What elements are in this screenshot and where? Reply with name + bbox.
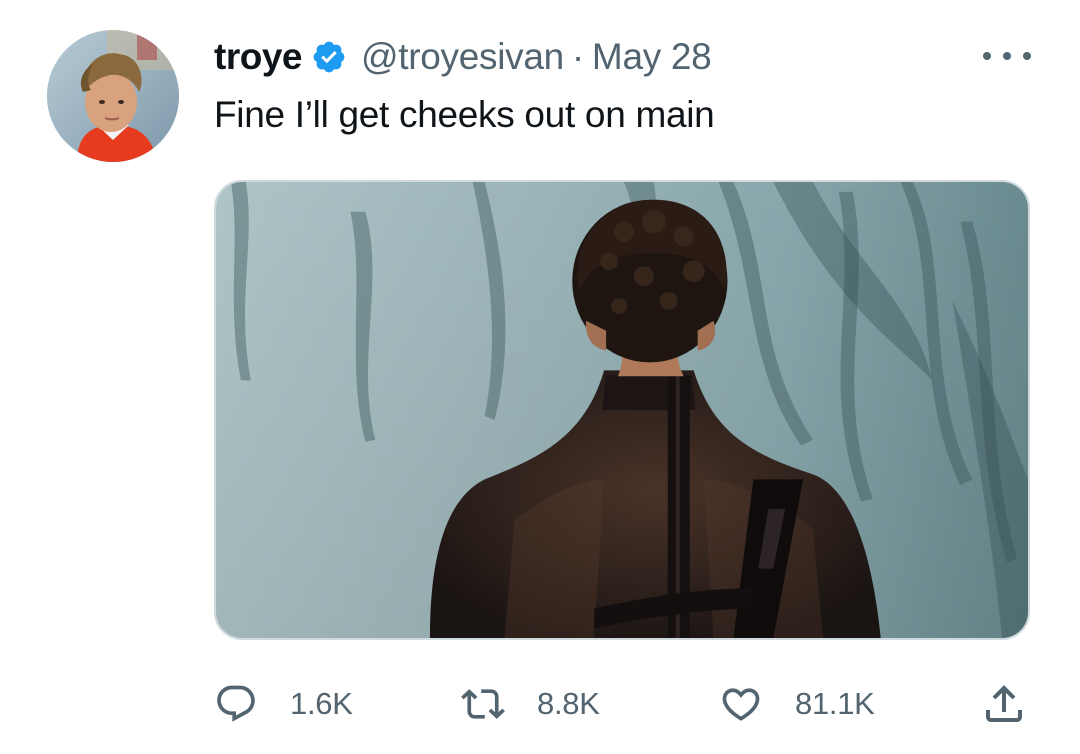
- share-button[interactable]: [980, 676, 1028, 732]
- tweet-header: troye @troyesivan · May 28: [214, 32, 712, 82]
- retweet-count: 8.8K: [537, 686, 600, 721]
- reply-bubble-icon: [217, 685, 255, 722]
- avatar[interactable]: [47, 30, 179, 162]
- media-photo: [216, 182, 1028, 638]
- more-options-button[interactable]: [983, 44, 1031, 68]
- verified-badge-icon: [311, 39, 347, 75]
- more-horizontal-icon: [983, 52, 991, 60]
- share-upload-icon: [986, 685, 1022, 722]
- user-handle[interactable]: @troyesivan: [361, 36, 564, 78]
- reply-button[interactable]: 1.6K: [214, 676, 353, 732]
- tweet-actions: 1.6K 8.8K 81.1K: [214, 676, 1030, 732]
- retweet-arrows-icon: [461, 689, 505, 719]
- like-count: 81.1K: [795, 686, 875, 721]
- retweet-button[interactable]: 8.8K: [461, 676, 600, 732]
- tweet-text: Fine I’ll get cheeks out on main: [214, 94, 715, 135]
- display-name[interactable]: troye: [214, 36, 302, 78]
- heart-outline-icon: [722, 688, 760, 721]
- tweet-media-image[interactable]: [214, 180, 1030, 640]
- avatar-photo: [47, 30, 179, 162]
- reply-count: 1.6K: [290, 686, 353, 721]
- like-button[interactable]: 81.1K: [719, 676, 875, 732]
- tweet-card[interactable]: troye @troyesivan · May 28 Fine I’ll get…: [0, 0, 1080, 754]
- header-separator: ·: [571, 36, 584, 77]
- tweet-date[interactable]: May 28: [592, 36, 712, 78]
